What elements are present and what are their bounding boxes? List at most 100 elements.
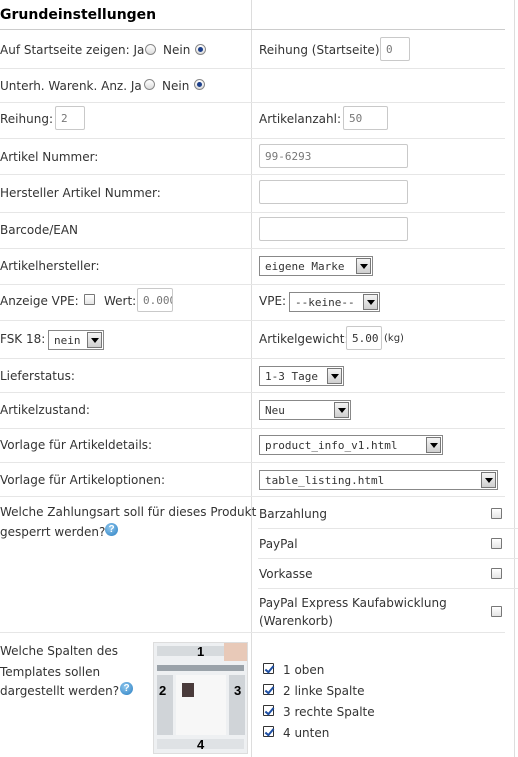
row-order: Reihung: 2 Artikelanzahl: 50 — [0, 102, 505, 139]
row-delivery: Lieferstatus: 1-3 Tage — [0, 358, 505, 393]
column-option-label: 1 oben — [283, 663, 325, 677]
columns-question-line2: Templates sollen — [0, 665, 101, 679]
order-input[interactable]: 2 — [55, 106, 85, 130]
vpe-value-input[interactable]: 0.000 — [137, 288, 173, 312]
help-icon[interactable]: ? — [105, 523, 118, 536]
columns-question-line3: dargestellt werden? — [0, 684, 120, 698]
delivery-value: 1-3 Tage — [265, 370, 318, 383]
payment-vorkasse-checkbox[interactable] — [491, 568, 502, 579]
weight-unit: (kg) — [384, 333, 404, 344]
column-left-checkbox[interactable] — [263, 684, 274, 695]
order-start-label: Reihung (Startseite): — [259, 43, 384, 57]
row-fsk: FSK 18: nein Artikelgewicht: 5.00 (kg) — [0, 320, 505, 359]
qty-input[interactable]: 50 — [343, 106, 388, 130]
payment-block: Welche Zahlungsart soll für dieses Produ… — [0, 496, 505, 633]
fsk-select[interactable]: nein — [48, 330, 104, 350]
row-mfr-artnr: Hersteller Artikel Nummer: — [0, 174, 505, 213]
delivery-label: Lieferstatus: — [0, 369, 75, 383]
vpe-show-checkbox[interactable] — [84, 294, 95, 305]
preview-number: 3 — [234, 683, 242, 698]
divider — [258, 558, 518, 559]
startpage-yes-radio[interactable] — [145, 44, 156, 55]
row-template-options: Vorlage für Artikeloptionen: table_listi… — [0, 462, 505, 497]
payment-option-label: PayPal — [259, 537, 298, 551]
divider — [258, 588, 518, 589]
manufacturer-value: eigene Marke — [265, 260, 345, 273]
chevron-down-icon — [481, 472, 496, 488]
chevron-down-icon — [426, 437, 441, 453]
template-details-select[interactable]: product_info_v1.html — [259, 435, 443, 455]
vpe-select-value: --keine-- — [295, 296, 355, 309]
subcart-label: Unterh. Warenk. Anz. Ja — [0, 79, 142, 93]
payment-option-label: PayPal Express Kaufabwicklung — [259, 596, 447, 610]
chevron-down-icon — [334, 402, 349, 418]
preview-number: 1 — [197, 644, 205, 659]
payment-option-label: Vorkasse — [259, 567, 313, 581]
startpage-label: Auf Startseite zeigen: Ja — [0, 43, 145, 57]
column-bottom-checkbox[interactable] — [263, 726, 274, 737]
vpe-value-label: Wert: — [104, 294, 137, 308]
weight-label: Artikelgewicht: — [259, 332, 349, 346]
column-right-checkbox[interactable] — [263, 705, 274, 716]
payment-barzahlung-checkbox[interactable] — [491, 508, 502, 519]
divider — [258, 528, 518, 529]
row-template-details: Vorlage für Artikeldetails: product_info… — [0, 428, 505, 463]
help-icon[interactable]: ? — [120, 682, 133, 695]
chevron-down-icon — [327, 368, 342, 384]
fsk-label: FSK 18: — [0, 332, 46, 346]
column-option-label: 2 linke Spalte — [283, 684, 365, 698]
section-title: Grundeinstellungen — [0, 7, 505, 30]
subcart-yes-radio[interactable] — [144, 79, 155, 90]
barcode-input[interactable] — [259, 217, 408, 241]
payment-option-label: Barzahlung — [259, 507, 327, 521]
artnr-label: Artikel Nummer: — [0, 150, 99, 164]
condition-value: Neu — [265, 404, 285, 417]
payment-question-line2: gesperrt werden? — [0, 525, 106, 539]
condition-select[interactable]: Neu — [259, 400, 351, 420]
row-subcart: Unterh. Warenk. Anz. Ja Nein — [0, 68, 505, 103]
payment-option-label: (Warenkorb) — [259, 614, 333, 628]
manufacturer-select[interactable]: eigene Marke — [259, 256, 373, 276]
template-preview-image: 1 2 3 4 — [153, 642, 248, 754]
row-condition: Artikelzustand: Neu — [0, 392, 505, 429]
startpage-no-label: Nein — [163, 43, 191, 57]
condition-label: Artikelzustand: — [0, 403, 90, 417]
column-option-label: 3 rechte Spalte — [283, 705, 375, 719]
chevron-down-icon — [356, 258, 371, 274]
manufacturer-label: Artikelhersteller: — [0, 259, 100, 273]
template-options-value: table_listing.html — [265, 474, 385, 487]
delivery-select[interactable]: 1-3 Tage — [259, 366, 344, 386]
subcart-no-radio[interactable] — [194, 79, 205, 90]
mfr-artnr-label: Hersteller Artikel Nummer: — [0, 186, 161, 200]
order-label: Reihung: — [0, 112, 53, 126]
row-vpe: Anzeige VPE: Wert: 0.000 VPE: --keine-- — [0, 284, 505, 321]
row-artnr: Artikel Nummer: 99-6293 — [0, 138, 505, 175]
startpage-no-radio[interactable] — [195, 44, 206, 55]
payment-paypal-express-checkbox[interactable] — [491, 606, 502, 617]
preview-photo — [224, 643, 247, 661]
preview-product — [182, 683, 194, 697]
payment-paypal-checkbox[interactable] — [491, 538, 502, 549]
chevron-down-icon — [87, 332, 102, 348]
payment-question-line1: Welche Zahlungsart soll für dieses Produ… — [0, 505, 257, 519]
column-top-checkbox[interactable] — [263, 663, 274, 674]
template-details-label: Vorlage für Artikeldetails: — [0, 438, 153, 452]
row-startpage: Auf Startseite zeigen: Ja Nein Reihung (… — [0, 30, 505, 69]
template-options-select[interactable]: table_listing.html — [259, 470, 498, 490]
artnr-input[interactable]: 99-6293 — [259, 144, 408, 168]
row-manufacturer: Artikelhersteller: eigene Marke — [0, 248, 505, 285]
vpe-select[interactable]: --keine-- — [289, 292, 380, 312]
vpe-show-label: Anzeige VPE: — [0, 294, 79, 308]
preview-number: 2 — [159, 683, 167, 698]
mfr-artnr-input[interactable] — [259, 180, 408, 204]
vpe-label: VPE: — [259, 294, 287, 308]
preview-number: 4 — [197, 737, 205, 752]
row-barcode: Barcode/EAN — [0, 212, 505, 249]
weight-input[interactable]: 5.00 — [346, 326, 382, 350]
column-option-label: 4 unten — [283, 726, 330, 740]
subcart-no-label: Nein — [162, 79, 190, 93]
order-start-input[interactable]: 0 — [380, 37, 410, 61]
chevron-down-icon — [363, 294, 378, 310]
columns-question-line1: Welche Spalten des — [0, 644, 118, 658]
preview-nav — [157, 665, 244, 671]
